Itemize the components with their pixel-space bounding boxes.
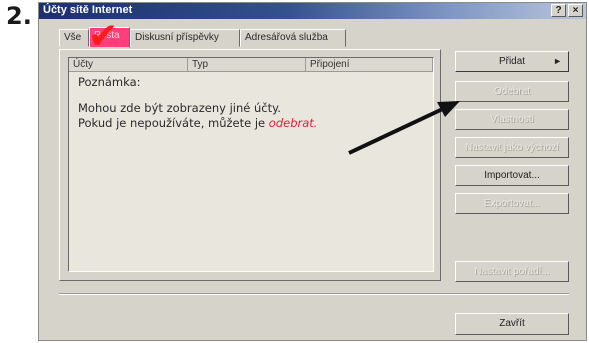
internet-accounts-dialog: Účty sítě Internet ? × Vše Pošta Diskusn…: [38, 2, 587, 341]
arrow-annotation: [348, 101, 460, 155]
step-number: 2.: [6, 2, 32, 30]
arrow-line: [348, 104, 450, 155]
